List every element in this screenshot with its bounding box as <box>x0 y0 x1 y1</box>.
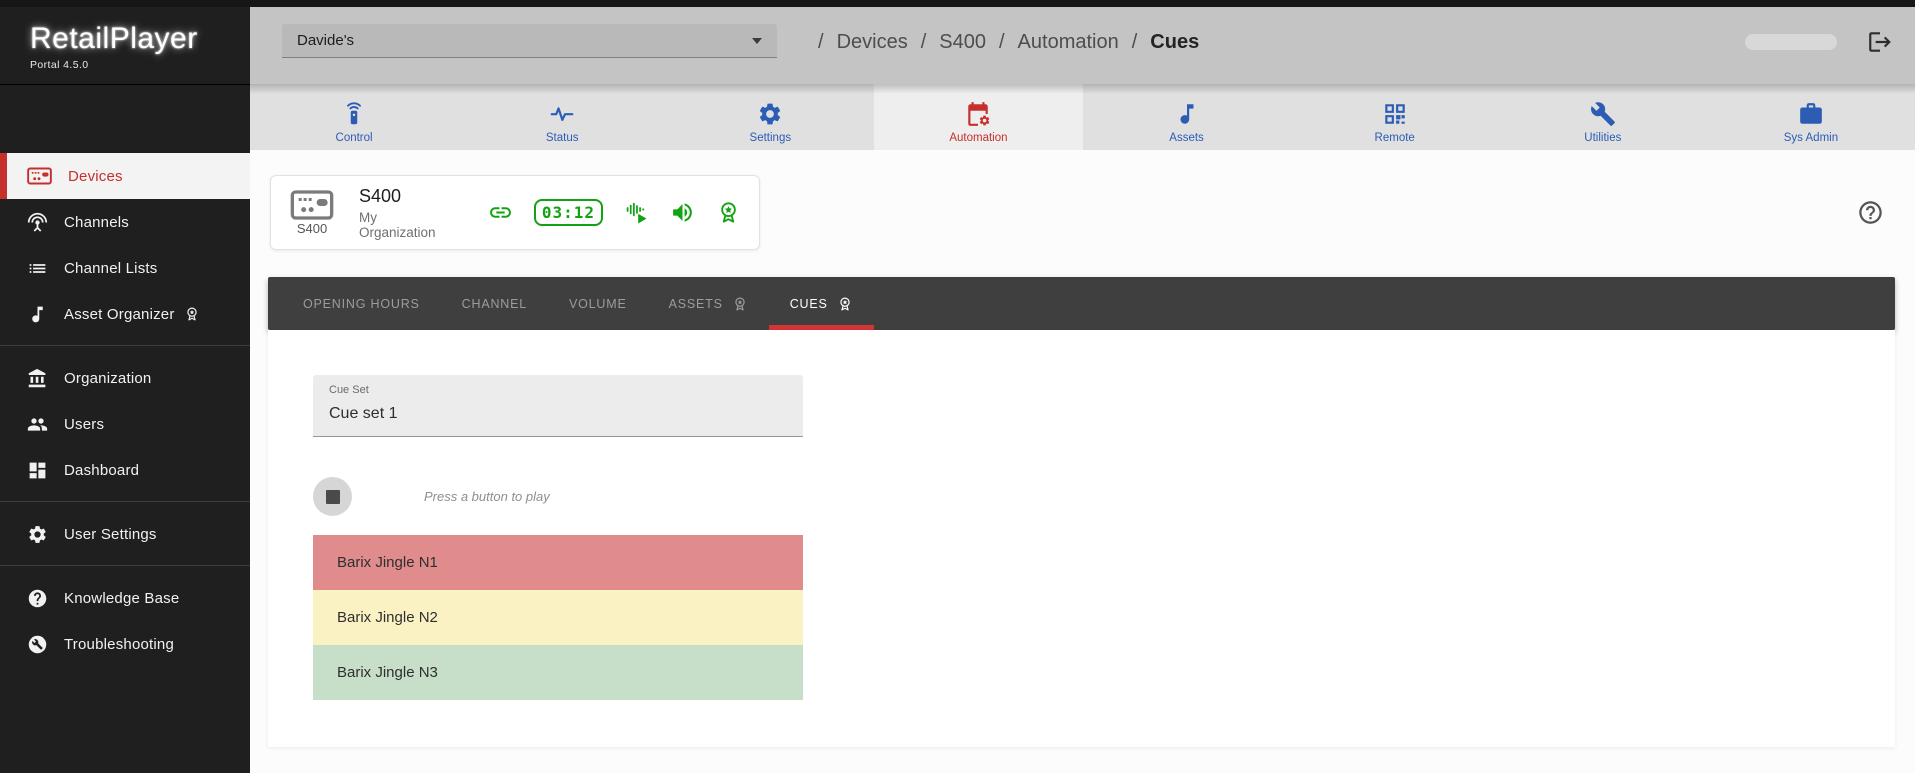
award-badge-icon <box>732 296 748 312</box>
music-note-icon <box>1174 101 1200 127</box>
help-icon[interactable] <box>1857 199 1884 226</box>
breadcrumb-separator: / <box>1132 31 1138 54</box>
sidebar-item-organization[interactable]: Organization <box>0 355 250 401</box>
header-right <box>1745 0 1893 84</box>
cues-panel: Cue Set Cue set 1 Press a button to play… <box>268 330 1895 747</box>
device-selector-dropdown[interactable]: Davide's <box>282 24 777 58</box>
waveform-play-icon <box>624 200 649 225</box>
volume-icon <box>670 200 695 225</box>
cue-set-value: Cue set 1 <box>329 405 787 423</box>
logout-icon[interactable] <box>1867 29 1893 55</box>
breadcrumb-separator: / <box>921 31 927 54</box>
app-version: Portal 4.5.0 <box>30 59 250 71</box>
nav-tab-control[interactable]: Control <box>250 84 458 150</box>
cue-button-barix-jingle-n3[interactable]: Barix Jingle N3 <box>313 645 803 700</box>
device-organization: My Organization <box>359 210 452 240</box>
cue-set-label: Cue Set <box>329 384 787 396</box>
top-border-strip <box>0 0 1915 7</box>
sidebar-item-knowledge-base[interactable]: Knowledge Base <box>0 575 250 621</box>
antenna-icon <box>27 212 48 233</box>
sidebar-item-user-settings[interactable]: User Settings <box>0 511 250 557</box>
tab-opening-hours[interactable]: OPENING HOURS <box>282 277 441 330</box>
question-circle-icon <box>27 588 48 609</box>
nav-tab-assets[interactable]: Assets <box>1083 84 1291 150</box>
nav-tab-utilities[interactable]: Utilities <box>1499 84 1707 150</box>
bank-icon <box>27 368 48 389</box>
media-device-icon <box>27 167 52 185</box>
top-header-bar: Davide's / Devices / S400 / Automation /… <box>250 0 1915 84</box>
sidebar-item-channel-lists[interactable]: Channel Lists <box>0 245 250 291</box>
timer-display: 03:12 <box>534 199 603 226</box>
device-info: S400 My Organization <box>359 186 452 240</box>
device-title: S400 <box>359 186 452 207</box>
sidebar-item-channels[interactable]: Channels <box>0 199 250 245</box>
playback-row: Press a button to play <box>313 477 550 516</box>
nav-tab-settings[interactable]: Settings <box>666 84 874 150</box>
breadcrumb-current-cues: Cues <box>1150 31 1199 54</box>
nav-tab-status[interactable]: Status <box>458 84 666 150</box>
award-badge-icon <box>716 200 741 225</box>
sidebar-divider <box>0 501 250 502</box>
tab-channel[interactable]: CHANNEL <box>441 277 548 330</box>
device-model-caption: S400 <box>297 221 327 236</box>
sidebar-item-troubleshooting[interactable]: Troubleshooting <box>0 621 250 667</box>
cue-button-list: Barix Jingle N1 Barix Jingle N2 Barix Ji… <box>313 535 803 700</box>
users-icon <box>27 414 48 435</box>
tab-volume[interactable]: VOLUME <box>548 277 648 330</box>
wrench-icon <box>1590 101 1616 127</box>
dashboard-icon <box>27 460 48 481</box>
qr-code-icon <box>1382 101 1408 127</box>
stop-button[interactable] <box>313 477 352 516</box>
breadcrumb-automation[interactable]: Automation <box>1018 31 1119 54</box>
briefcase-icon <box>1798 101 1824 127</box>
playback-hint: Press a button to play <box>424 489 550 504</box>
wrench-circle-icon <box>27 634 48 655</box>
gear-icon <box>757 101 783 127</box>
cue-set-select[interactable]: Cue Set Cue set 1 <box>313 375 803 437</box>
nav-tab-sys-admin[interactable]: Sys Admin <box>1707 84 1915 150</box>
sidebar-item-users[interactable]: Users <box>0 401 250 447</box>
sidebar-item-asset-organizer[interactable]: Asset Organizer <box>0 291 250 337</box>
award-badge-icon <box>837 296 853 312</box>
media-device-icon <box>289 190 335 220</box>
breadcrumb-separator: / <box>818 31 824 54</box>
masked-username-pill <box>1745 34 1837 50</box>
sidebar-item-devices[interactable]: Devices <box>0 153 250 199</box>
logo-block: RetailPlayer Portal 4.5.0 <box>0 0 250 85</box>
link-icon <box>488 200 513 225</box>
music-note-icon <box>27 304 48 325</box>
sidebar-divider <box>0 565 250 566</box>
chevron-down-icon <box>752 38 762 44</box>
retailplayer-app: RetailPlayer Portal 4.5.0 Devices Channe… <box>0 0 1915 773</box>
award-badge-icon <box>184 306 200 322</box>
app-logo: RetailPlayer <box>30 22 250 56</box>
breadcrumb-separator: / <box>999 31 1005 54</box>
calendar-gear-icon <box>965 101 991 127</box>
sidebar-item-dashboard[interactable]: Dashboard <box>0 447 250 493</box>
sidebar: RetailPlayer Portal 4.5.0 Devices Channe… <box>0 0 250 773</box>
device-tab-strip: OPENING HOURS CHANNEL VOLUME ASSETS CUES <box>268 277 1895 330</box>
device-card: S400 S400 My Organization 03:12 <box>270 175 760 250</box>
section-nav-bar: Control Status Settings Automation Asset… <box>250 84 1915 150</box>
sidebar-menu: Devices Channels Channel Lists Asset Org… <box>0 153 250 667</box>
stop-icon <box>326 490 340 504</box>
device-thumbnail: S400 <box>289 190 335 236</box>
tab-assets[interactable]: ASSETS <box>648 277 769 330</box>
nav-tab-automation[interactable]: Automation <box>874 84 1082 150</box>
list-icon <box>27 258 48 279</box>
breadcrumb-devices[interactable]: Devices <box>837 31 908 54</box>
gear-icon <box>27 524 48 545</box>
remote-control-icon <box>341 101 367 127</box>
sidebar-divider <box>0 345 250 346</box>
device-selector-value: Davide's <box>297 32 752 49</box>
breadcrumb-s400[interactable]: S400 <box>939 31 986 54</box>
device-status-icons: 03:12 <box>488 199 741 226</box>
tab-cues[interactable]: CUES <box>769 277 874 330</box>
cue-button-barix-jingle-n2[interactable]: Barix Jingle N2 <box>313 590 803 645</box>
breadcrumb: / Devices / S400 / Automation / Cues <box>818 0 1199 84</box>
activity-icon <box>549 101 575 127</box>
cue-button-barix-jingle-n1[interactable]: Barix Jingle N1 <box>313 535 803 590</box>
main-content: S400 S400 My Organization 03:12 OPENING … <box>250 150 1915 773</box>
nav-tab-remote[interactable]: Remote <box>1291 84 1499 150</box>
